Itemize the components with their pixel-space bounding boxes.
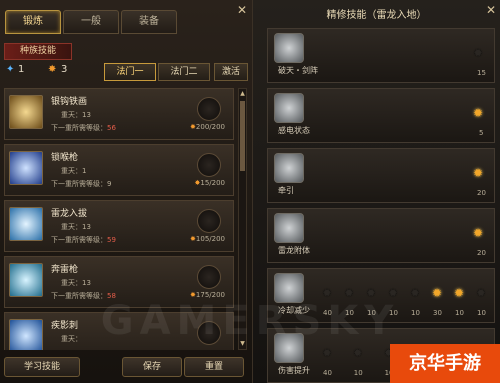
skill-row[interactable]: 银钩铁画 重天：13 下一重所需等级：56 ✸200/200: [4, 88, 234, 140]
scroll-up-icon[interactable]: ▲: [239, 90, 246, 98]
star-icon: ✹: [352, 346, 363, 360]
refine-value: 5: [479, 129, 484, 137]
gold-points-icon: ✸: [48, 64, 57, 75]
refine-title: 精修技能（雷龙入地）: [326, 10, 427, 21]
skill-level: 重天：1: [61, 167, 87, 175]
skill-name: 银钩铁画: [51, 97, 88, 107]
skill-level: 重天：13: [61, 111, 91, 119]
star-icon: ✹: [322, 346, 333, 360]
close-icon[interactable]: ✕: [486, 4, 498, 16]
star-points-value: 1: [18, 64, 25, 75]
star-icon: ✹: [473, 226, 484, 240]
refine-name: 感电状态: [278, 126, 310, 135]
refine-panel[interactable]: 破天・剑阵 ✹ 15: [267, 28, 495, 83]
skill-progress: ✸200/200: [190, 123, 225, 131]
spear-icon: [9, 151, 43, 185]
close-icon[interactable]: ✕: [236, 4, 248, 16]
skill-slot-button[interactable]: [197, 153, 221, 177]
scroll-thumb[interactable]: [240, 101, 245, 171]
sword-array-icon: [274, 33, 304, 63]
skill-name: 奔雷枪: [51, 265, 79, 275]
refine-panel[interactable]: 牵引 ✹ 20: [267, 148, 495, 203]
reset-button[interactable]: 重置: [184, 357, 244, 377]
refine-value: 15: [477, 69, 486, 77]
refine-value: 20: [477, 249, 486, 257]
points-row: ✦ 1 ✸ 3 法门一 法门二 激活: [0, 61, 252, 81]
skill-level: 重天：13: [61, 279, 91, 287]
electric-icon: [274, 93, 304, 123]
learn-skill-button[interactable]: 学习技能: [4, 357, 80, 377]
site-logo: 京华手游: [390, 344, 500, 383]
mode2-label: 法门二: [170, 67, 198, 77]
skill-level: 重天：13: [61, 223, 91, 231]
skill-requirement: 下一重所需等级：59: [51, 236, 116, 244]
refine-value: 20: [477, 189, 486, 197]
skill-row[interactable]: 锁喉枪 重天：1 下一重所需等级：9 ✸15/200: [4, 144, 234, 196]
refine-panel[interactable]: 雷龙附体 ✹ 20: [267, 208, 495, 263]
skill-slot-button[interactable]: [197, 97, 221, 121]
dragon-body-icon: [274, 213, 304, 243]
star-icon: ✹: [473, 106, 484, 120]
tab-general[interactable]: 一般: [63, 10, 119, 34]
refine-name: 破天・剑阵: [278, 66, 318, 75]
activate-button[interactable]: 激活: [214, 63, 248, 81]
skill-row[interactable]: 雷龙入拔 重天：13 下一重所需等级：59 ✸105/200: [4, 200, 234, 252]
tab-training[interactable]: 锻炼: [5, 10, 61, 34]
tab-equipment[interactable]: 装备: [121, 10, 177, 34]
gold-points-value: 3: [61, 64, 68, 75]
mode2-button[interactable]: 法门二: [158, 63, 210, 81]
skill-name: 锁喉枪: [51, 153, 79, 163]
dragon-icon: [9, 207, 43, 241]
skill-requirement: 下一重所需等级：56: [51, 124, 116, 132]
section-title: 种族技能: [4, 43, 72, 60]
refine-name: 雷龙附体: [278, 246, 310, 255]
star-icon: ✹: [473, 46, 484, 60]
skill-slot-button[interactable]: [197, 265, 221, 289]
skill-slot-button[interactable]: [197, 209, 221, 233]
mode1-button[interactable]: 法门一: [104, 63, 156, 81]
refine-name: 牵引: [278, 186, 294, 195]
star-points-icon: ✦: [6, 64, 15, 75]
save-button[interactable]: 保存: [122, 357, 182, 377]
star-icon: ✹: [473, 166, 484, 180]
watermark: GAMERSKY: [100, 298, 400, 344]
mode1-label: 法门一: [116, 67, 144, 77]
scroll-icon: [9, 95, 43, 129]
thunder-spear-icon: [9, 263, 43, 297]
refine-value: 40: [323, 369, 332, 377]
skill-progress: ✸105/200: [190, 235, 225, 243]
refine-value: 10: [353, 369, 363, 377]
skill-name: 雷龙入拔: [51, 209, 88, 219]
refine-name: 伤害提升: [278, 366, 310, 375]
refine-panel[interactable]: 感电状态 ✹ 5: [267, 88, 495, 143]
skill-progress: ✸15/200: [194, 179, 225, 187]
skill-requirement: 下一重所需等级：9: [51, 180, 112, 188]
pull-icon: [274, 153, 304, 183]
